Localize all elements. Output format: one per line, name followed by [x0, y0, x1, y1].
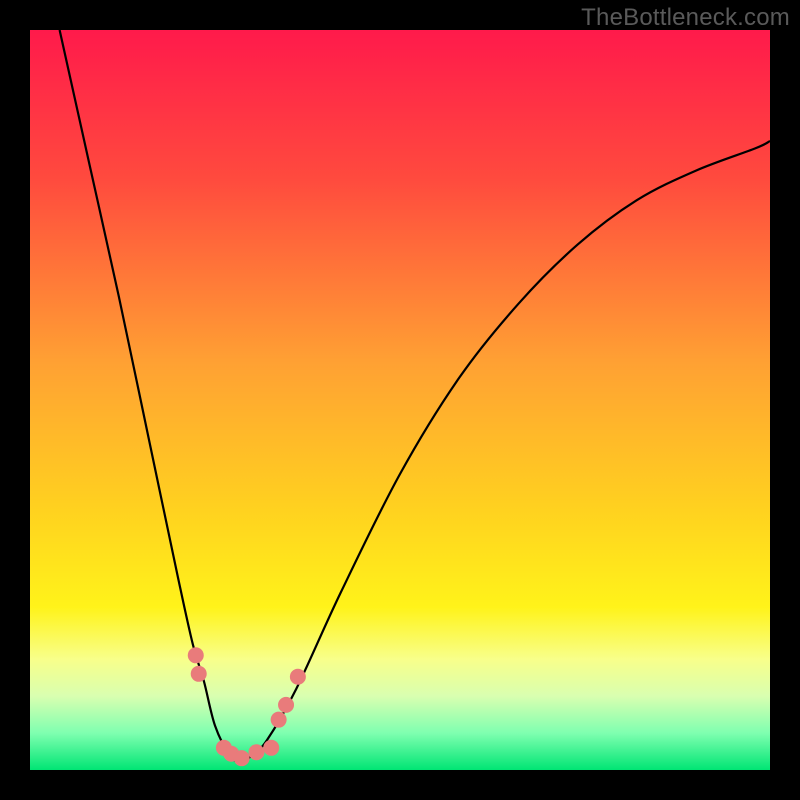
marker-left-lower	[191, 666, 207, 682]
plot-area	[30, 30, 770, 770]
marker-right-top	[290, 669, 306, 685]
marker-bottom-5	[263, 740, 279, 756]
chart-frame: TheBottleneck.com	[0, 0, 800, 800]
marker-right-lower	[271, 712, 287, 728]
watermark-text: TheBottleneck.com	[581, 4, 790, 32]
marker-left-upper	[188, 647, 204, 663]
bottleneck-chart-svg	[30, 30, 770, 770]
marker-bottom-4	[248, 744, 264, 760]
marker-bottom-3	[234, 750, 250, 766]
marker-right-upper	[278, 697, 294, 713]
